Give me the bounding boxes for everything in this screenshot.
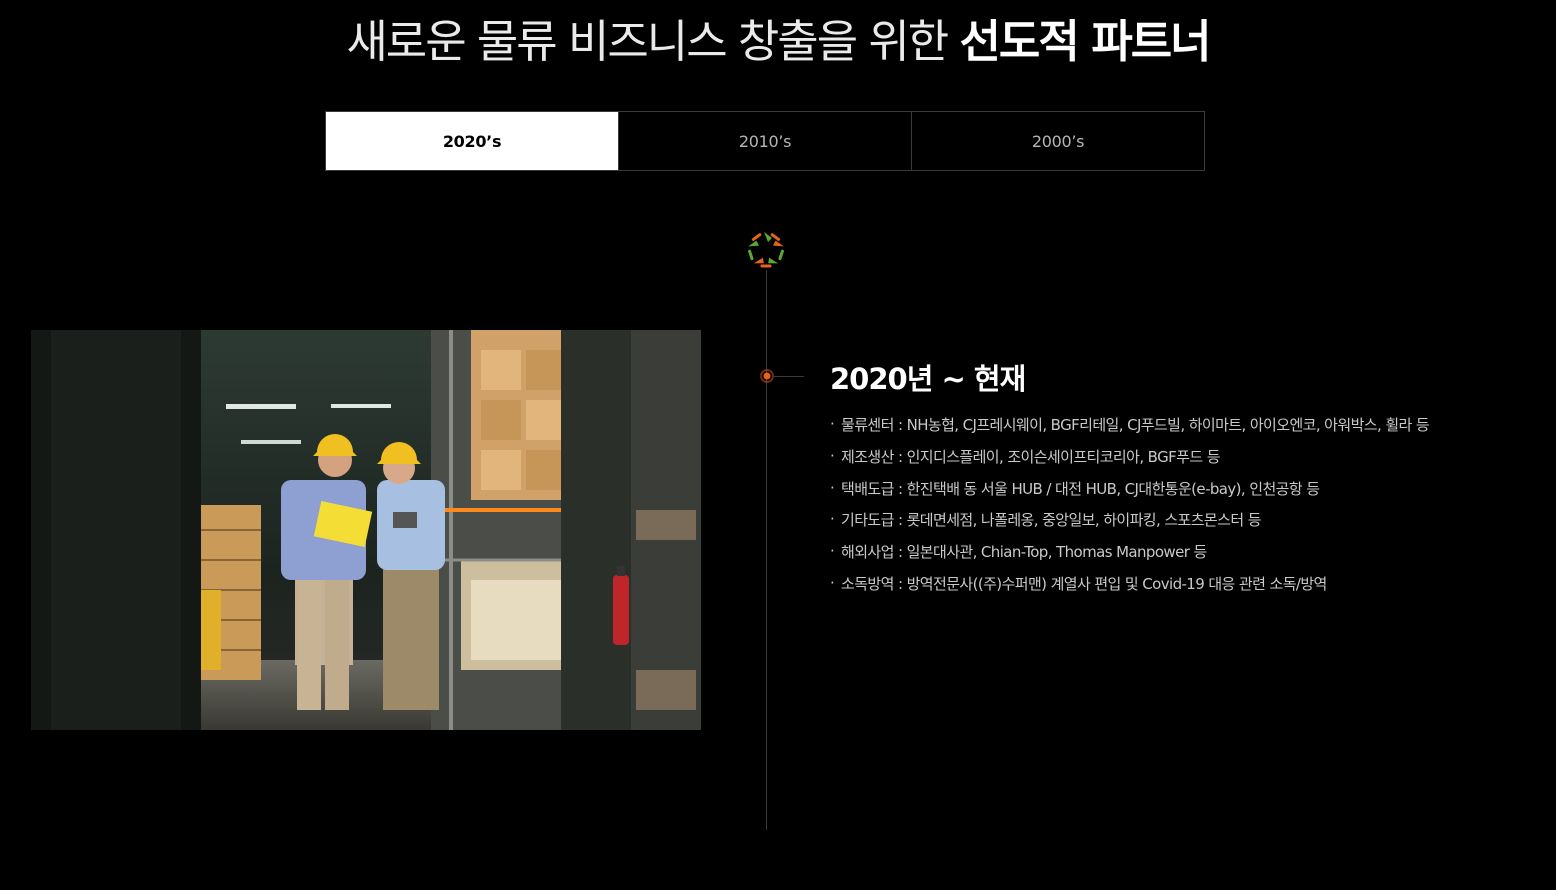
list-item-text: 기타도급 : 롯데면세점, 나폴레옹, 중앙일보, 하이파킹, 스포츠몬스터 등: [841, 511, 1262, 530]
bullet: ·: [830, 510, 835, 529]
warehouse-workers-photo: [31, 330, 701, 730]
timeline-connector: [774, 376, 804, 377]
bullet: ·: [830, 542, 835, 561]
timeline-line: [766, 270, 767, 830]
bullet: ·: [830, 446, 835, 465]
period-title: 2020년 ~ 현재: [830, 362, 1026, 396]
timeline-dot-icon: [760, 369, 774, 383]
bullet: ·: [830, 573, 835, 592]
list-item-text: 해외사업 : 일본대사관, Chian-Top, Thomas Manpower…: [841, 543, 1207, 562]
headline-light-text: 새로운 물류 비즈니스 창출을 위한: [346, 15, 960, 68]
list-item: · 물류센터 : NH농협, CJ프레시웨이, BGF리테일, CJ푸드빌, 하이…: [828, 410, 1528, 442]
tab-2020s[interactable]: 2020’s: [326, 112, 618, 170]
list-item-text: 소독방역 : 방역전문사((주)수퍼맨) 계열사 편입 및 Covid-19 대…: [841, 574, 1327, 593]
star-burst-logo-icon: [748, 232, 784, 268]
decade-tabs: 2020’s 2010’s 2000’s: [325, 111, 1205, 171]
page: 새로운 물류 비즈니스 창출을 위한 선도적 파트너 2020’s 2010’s…: [0, 0, 1556, 890]
list-item-text: 택배도급 : 한진택배 동 서울 HUB / 대전 HUB, CJ대한통운(e-…: [841, 479, 1320, 498]
tab-2000s[interactable]: 2000’s: [911, 112, 1204, 170]
list-item: · 기타도급 : 롯데면세점, 나폴레옹, 중앙일보, 하이파킹, 스포츠몬스터 …: [828, 505, 1528, 537]
page-headline: 새로운 물류 비즈니스 창출을 위한 선도적 파트너: [0, 10, 1556, 74]
list-item-text: 물류센터 : NH농협, CJ프레시웨이, BGF리테일, CJ푸드빌, 하이마…: [841, 416, 1430, 434]
bullet: ·: [830, 478, 835, 497]
list-item: · 해외사업 : 일본대사관, Chian-Top, Thomas Manpowe…: [828, 537, 1528, 569]
list-item-text: 제조생산 : 인지디스플레이, 조이슨세이프티코리아, BGF푸드 등: [841, 447, 1221, 466]
headline-bold-text: 선도적 파트너: [959, 15, 1212, 68]
list-item: · 소독방역 : 방역전문사((주)수퍼맨) 계열사 편입 및 Covid-19 …: [828, 569, 1528, 601]
list-item: · 택배도급 : 한진택배 동 서울 HUB / 대전 HUB, CJ대한통운(e…: [828, 474, 1528, 506]
bullet: ·: [830, 415, 835, 433]
list-item: · 제조생산 : 인지디스플레이, 조이슨세이프티코리아, BGF푸드 등: [828, 442, 1528, 474]
history-list: · 물류센터 : NH농협, CJ프레시웨이, BGF리테일, CJ푸드빌, 하이…: [828, 410, 1528, 601]
tab-2010s[interactable]: 2010’s: [618, 112, 911, 170]
